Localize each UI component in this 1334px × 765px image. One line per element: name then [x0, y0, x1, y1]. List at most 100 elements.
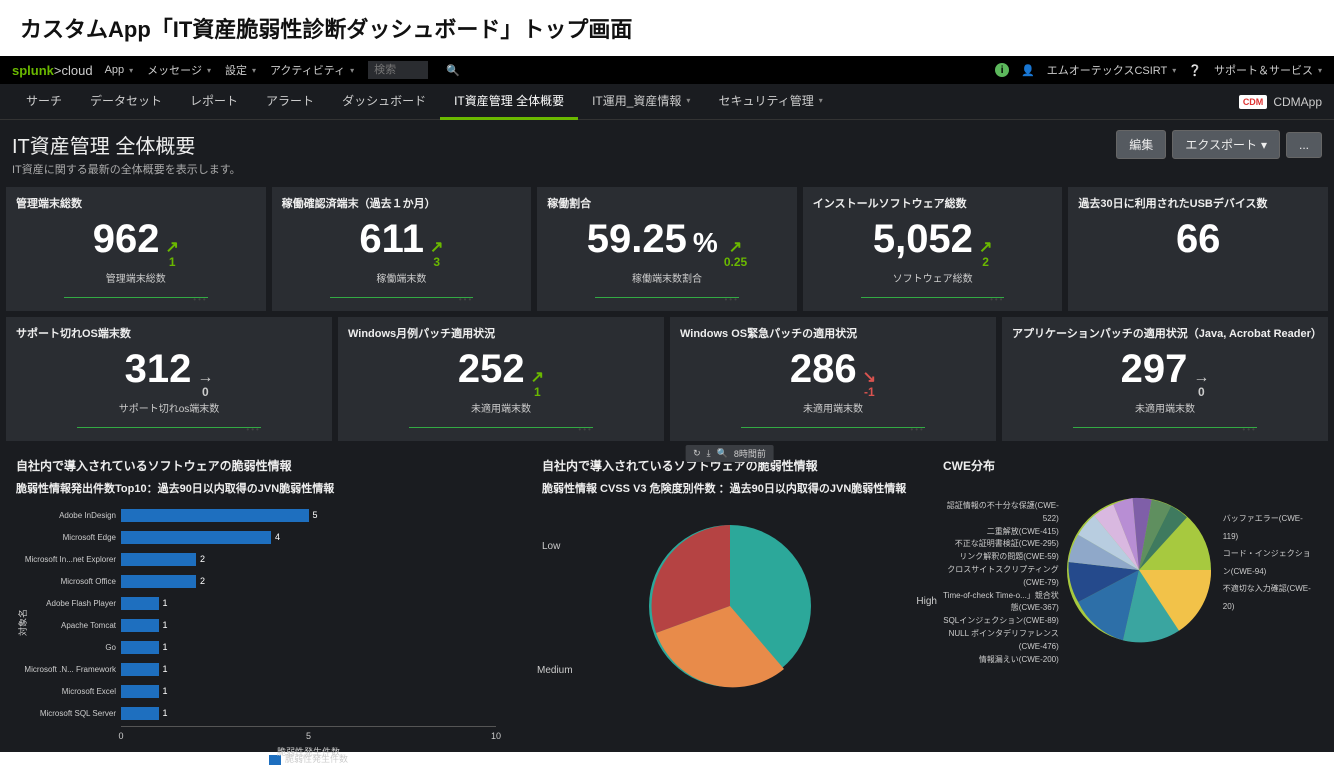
trend-up-icon: ↗1 [165, 240, 178, 268]
bar-row[interactable]: Go1 [121, 638, 496, 656]
kpi-active-ratio: 稼働割合 59.25%↗0.25 稼働端末数割合 ••• [537, 187, 797, 311]
kpi-caption: ソフトウェア総数 [813, 270, 1053, 285]
kpi-installed-software: インストールソフトウェア総数 5,052↗2 ソフトウェア総数 ••• [803, 187, 1063, 311]
time-indicator: 8時間前 [734, 447, 766, 460]
nav-dashboard[interactable]: ダッシュボード [328, 84, 440, 120]
trend-flat-icon: →0 [197, 370, 213, 398]
sparkline: ••• [282, 289, 522, 305]
search-icon[interactable]: 🔍 [717, 448, 728, 459]
chart-title: 自社内で導入されているソフトウェアの脆弱性情報 [16, 457, 516, 474]
sparkline: ••• [16, 419, 322, 435]
menu-settings[interactable]: 設定 [225, 62, 256, 78]
chart-row: 自社内で導入されているソフトウェアの脆弱性情報 脆弱性情報発出件数Top10：過… [0, 441, 1334, 752]
menu-app[interactable]: App [105, 64, 134, 76]
kpi-app-patch: アプリケーションパッチの適用状況（Java, Acrobat Reader） 2… [1002, 317, 1328, 441]
topbar-menu: App メッセージ 設定 アクティビティ 🔍 [105, 61, 996, 79]
bar-row[interactable]: Microsoft Excel1 [121, 682, 496, 700]
chart-title: CWE分布 [943, 457, 1318, 474]
sparkline: ••• [547, 289, 787, 305]
trend-up-icon: ↗0.25 [724, 240, 747, 268]
cwe-legend-right: バッファエラー(CWE-119)コード・インジェクション(CWE-94)不適切な… [1219, 480, 1318, 666]
kpi-eol-os: サポート切れOS端末数 312→0 サポート切れos端末数 ••• [6, 317, 332, 441]
app-badge: CDM [1239, 95, 1268, 109]
refresh-icon[interactable]: ↻ [693, 448, 701, 459]
bar-row[interactable]: Adobe Flash Player1 [121, 594, 496, 612]
kpi-value: 66 [1176, 217, 1221, 262]
bar-row[interactable]: Microsoft .N... Framework1 [121, 660, 496, 678]
panel-title: Windows OS緊急パッチの適用状況 [680, 325, 986, 341]
user-menu[interactable]: エムオーテックスCSIRT [1047, 62, 1177, 78]
nav-it-asset-overview[interactable]: IT資産管理 全体概要 [440, 84, 578, 120]
cwe-legend-left: 認証情報の不十分な保護(CWE-522)二重解放(CWE-415)不正な証明書検… [943, 480, 1059, 666]
bar-row[interactable]: Adobe InDesign5 [121, 506, 496, 524]
trend-down-icon: ↘-1 [863, 370, 876, 398]
bar-row[interactable]: Apache Tomcat1 [121, 616, 496, 634]
info-icon[interactable]: i [995, 63, 1009, 77]
trend-up-icon: ↗1 [531, 370, 544, 398]
panel-title: アプリケーションパッチの適用状況（Java, Acrobat Reader） [1012, 325, 1318, 341]
cwe-pie-chart[interactable] [1059, 480, 1219, 666]
pie-cvss-panel: ↻ ⤓ 🔍 8時間前 自社内で導入されているソフトウェアの脆弱性情報 脆弱性情報… [532, 447, 927, 746]
global-search-input[interactable] [368, 61, 428, 79]
menu-messages[interactable]: メッセージ [147, 62, 211, 78]
nav-alert[interactable]: アラート [252, 84, 328, 120]
cwe-panel: CWE分布 認証情報の不十分な保護(CWE-522)二重解放(CWE-415)不… [933, 447, 1328, 746]
nav-it-ops[interactable]: IT運用_資産情報 [578, 84, 704, 120]
trend-flat-icon: →0 [1193, 370, 1209, 398]
kpi-usb-devices: 過去30日に利用されたUSBデバイス数 66 [1068, 187, 1328, 311]
download-icon[interactable]: ⤓ [707, 448, 711, 459]
bar-chart[interactable]: 対象名 Adobe InDesign5Microsoft Edge4Micros… [16, 506, 516, 736]
nav-search[interactable]: サーチ [12, 84, 76, 120]
kpi-row-1: 管理端末総数 962↗1 管理端末総数 ••• 稼働確認済端末（過去１か月） 6… [0, 187, 1334, 311]
nav-report[interactable]: レポート [176, 84, 252, 120]
trend-up-icon: ↗2 [979, 240, 992, 268]
sparkline: ••• [813, 289, 1053, 305]
splunk-logo: splunk>cloud [12, 63, 93, 78]
sparkline: ••• [680, 419, 986, 435]
x-axis-label: 脆弱性発生件数 [277, 745, 340, 758]
more-button[interactable]: ... [1286, 132, 1322, 158]
support-menu[interactable]: サポート＆サービス [1214, 62, 1322, 78]
edit-button[interactable]: 編集 [1116, 130, 1166, 159]
bar-chart-panel: 自社内で導入されているソフトウェアの脆弱性情報 脆弱性情報発出件数Top10：過… [6, 447, 526, 746]
kpi-suffix: % [693, 227, 718, 259]
menu-activity[interactable]: アクティビティ [270, 62, 354, 78]
pie-chart[interactable]: High Medium Low [542, 506, 917, 696]
bar-row[interactable]: Microsoft Edge4 [121, 528, 496, 546]
kpi-value: 611 [359, 217, 424, 262]
panel-title: 過去30日に利用されたUSBデバイス数 [1078, 195, 1318, 211]
kpi-emergency-patch: Windows OS緊急パッチの適用状況 286↘-1 未適用端末数 ••• [670, 317, 996, 441]
bar-row[interactable]: Microsoft Office2 [121, 572, 496, 590]
x-axis: 0 5 10 脆弱性発生件数 [121, 726, 496, 746]
panel-toolbar[interactable]: ↻ ⤓ 🔍 8時間前 [685, 445, 774, 462]
splunk-app: splunk>cloud App メッセージ 設定 アクティビティ 🔍 i 👤 … [0, 56, 1334, 752]
nav-dataset[interactable]: データセット [76, 84, 176, 120]
panel-title: サポート切れOS端末数 [16, 325, 322, 341]
kpi-caption: 稼働端末数 [282, 270, 522, 285]
sparkline: ••• [348, 419, 654, 435]
pie-label-high: High [916, 596, 937, 607]
kpi-caption: 管理端末総数 [16, 270, 256, 285]
panel-title: 管理端末総数 [16, 195, 256, 211]
kpi-value: 252 [458, 347, 525, 392]
app-navbar: サーチ データセット レポート アラート ダッシュボード IT資産管理 全体概要… [0, 84, 1334, 120]
app-name[interactable]: CDMApp [1273, 95, 1322, 109]
dashboard-title: IT資産管理 全体概要 [12, 130, 1110, 159]
kpi-value: 962 [93, 217, 160, 262]
kpi-caption: サポート切れos端末数 [16, 400, 322, 415]
dashboard-header: IT資産管理 全体概要 編集 エクスポート ▾ ... [0, 120, 1334, 161]
kpi-value: 286 [790, 347, 857, 392]
kpi-value: 297 [1121, 347, 1188, 392]
kpi-caption: 未適用端末数 [1012, 400, 1318, 415]
pie-label-low: Low [542, 541, 560, 552]
export-button[interactable]: エクスポート ▾ [1172, 130, 1280, 159]
kpi-monthly-patch: Windows月例パッチ適用状況 252↗1 未適用端末数 ••• [338, 317, 664, 441]
panel-title: Windows月例パッチ適用状況 [348, 325, 654, 341]
panel-title: インストールソフトウェア総数 [813, 195, 1053, 211]
kpi-row-2: サポート切れOS端末数 312→0 サポート切れos端末数 ••• Window… [0, 317, 1334, 441]
bar-row[interactable]: Microsoft In...net Explorer2 [121, 550, 496, 568]
search-icon[interactable]: 🔍 [446, 64, 460, 77]
bar-row[interactable]: Microsoft SQL Server1 [121, 704, 496, 722]
nav-security[interactable]: セキュリティ管理 [704, 84, 836, 120]
kpi-value: 312 [125, 347, 192, 392]
